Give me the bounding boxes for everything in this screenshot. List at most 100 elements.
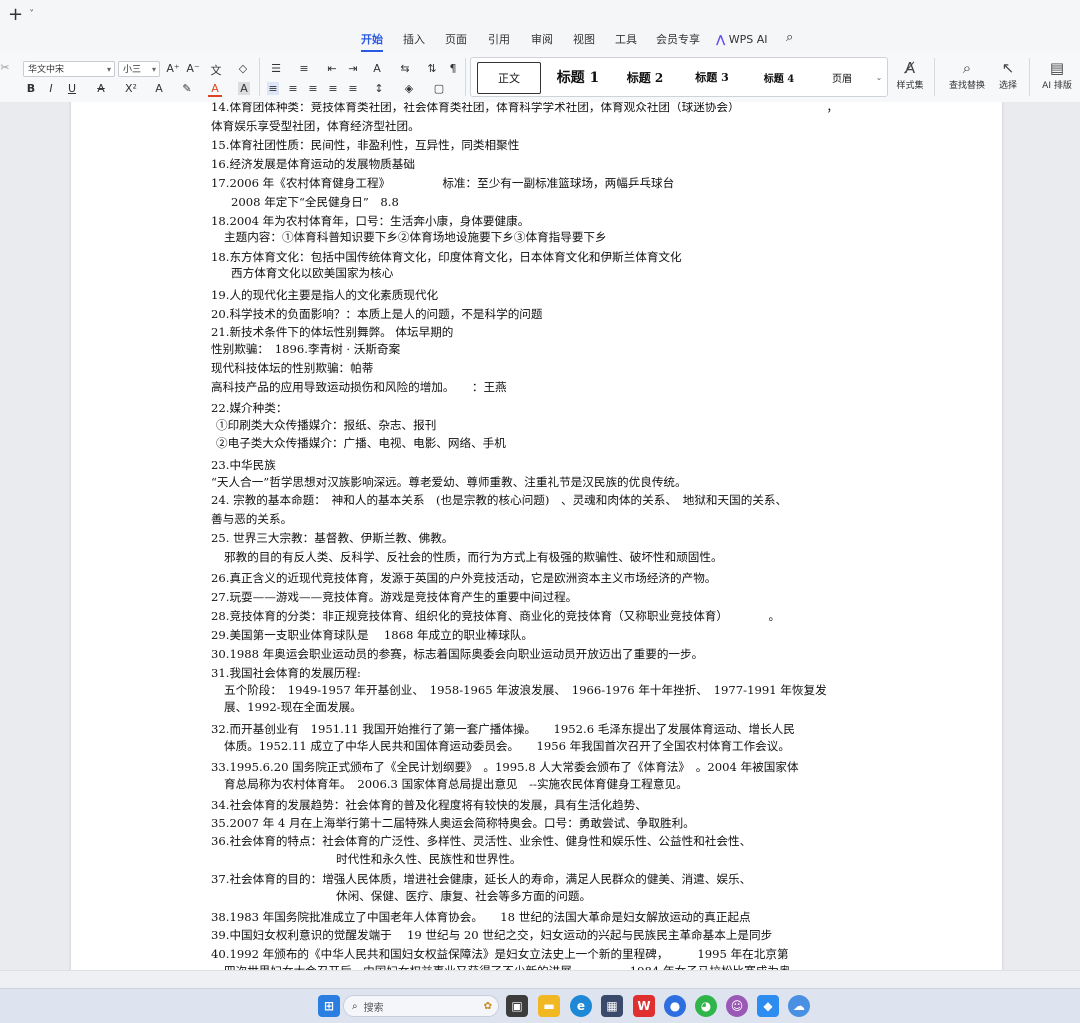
justify-button[interactable]: ≡: [327, 82, 339, 95]
indent-icon[interactable]: ⇥: [346, 62, 360, 75]
style-set-label: 样式集: [896, 81, 924, 91]
edge-browser-icon[interactable]: e: [570, 995, 592, 1017]
document-page[interactable]: 14.体育团体种类：竞技体育类社团，社会体育类社团，体育科学学术社团，体育观众社…: [71, 102, 1002, 970]
numbered-list-icon[interactable]: ≡: [296, 62, 312, 75]
document-line: 28.竞技体育的分类：非正规竞技体育、组织化的竞技体育、商业化的竞技体育（又称职…: [211, 609, 781, 623]
chevron-down-icon[interactable]: ⌄: [873, 62, 885, 92]
document-line: 26.真正含义的近现代竞技体育，发源于英国的户外竞技活动，它是欧洲资本主义市场经…: [211, 571, 717, 585]
style-heading-3[interactable]: 标题 3: [681, 62, 743, 92]
baidu-netdisk-icon[interactable]: ☁: [788, 995, 810, 1017]
app-icon[interactable]: ●: [664, 995, 686, 1017]
ai-layout-button[interactable]: ▤ AI 排版: [1036, 58, 1078, 91]
highlight-icon[interactable]: ✎: [180, 82, 194, 95]
ai-layout-icon: ▤: [1049, 59, 1065, 77]
document-line: 16.经济发展是体育运动的发展物质基础: [211, 157, 415, 171]
document-line: 23.中华民族: [211, 458, 276, 472]
char-scale-icon[interactable]: A: [369, 62, 385, 75]
style-header[interactable]: 页眉: [815, 62, 869, 92]
windows-start-icon[interactable]: ⊞: [318, 995, 340, 1017]
style-set-icon: A̸: [904, 59, 916, 77]
tab-insert[interactable]: 插入: [403, 32, 425, 50]
increase-font-icon[interactable]: A⁺: [166, 62, 180, 75]
title-bar: + ˅: [0, 0, 1080, 28]
shading-icon[interactable]: ◈: [402, 82, 416, 95]
underline-button[interactable]: U: [66, 82, 78, 95]
style-heading-1[interactable]: 标题 1: [547, 62, 609, 92]
clear-format-icon[interactable]: ◇: [236, 62, 250, 75]
select-button[interactable]: ↖ 选择: [992, 58, 1024, 91]
document-line: 38.1983 年国务院批准成立了中国老年人体育协会。 18 世纪的法国大革命是…: [211, 910, 751, 924]
document-line: 29.美国第一支职业体育球队是 1868 年成立的职业棒球队。: [211, 628, 533, 642]
tab-references[interactable]: 引用: [488, 32, 510, 50]
document-line: 体质。1952.11 成立了中华人民共和国体育运动委员会。 1956 年我国首次…: [224, 739, 790, 753]
outdent-icon[interactable]: ⇤: [325, 62, 339, 75]
font-color-icon[interactable]: A: [208, 82, 222, 97]
document-line: 休闲、保健、医疗、康复、社会等多方面的问题。: [336, 889, 592, 903]
tab-tools[interactable]: 工具: [615, 32, 637, 50]
store-icon[interactable]: ▦: [601, 995, 623, 1017]
document-line: 25. 世界三大宗教：基督教、伊斯兰教、佛教。: [211, 531, 454, 545]
tab-wps-ai[interactable]: ⋀ WPS AI: [716, 32, 768, 50]
document-line: 邪教的目的有反人类、反科学、反社会的性质，而行为方式上有极强的欺骗性、破坏性和顽…: [224, 550, 723, 564]
font-size-select[interactable]: 小三 ▾: [118, 61, 160, 77]
distributed-align-button[interactable]: ≡: [347, 82, 359, 95]
chevron-down-icon[interactable]: ˅: [29, 9, 34, 20]
new-tab-button[interactable]: + ˅: [8, 4, 34, 25]
italic-button[interactable]: I: [45, 82, 57, 95]
file-explorer-icon[interactable]: ▬: [538, 995, 560, 1017]
document-area: 14.体育团体种类：竞技体育类社团，社会体育类社团，体育科学学术社团，体育观众社…: [0, 102, 1080, 970]
text-effect-icon[interactable]: A: [152, 82, 166, 95]
document-line: 40.1992 年颁布的《中华人民共和国妇女权益保障法》是妇女立法史上一个新的里…: [211, 947, 789, 961]
bullet-list-icon[interactable]: ☰: [268, 62, 284, 75]
style-set-button[interactable]: A̸ 样式集: [893, 58, 927, 91]
ai-layout-label: AI 排版: [1042, 81, 1072, 91]
align-center-button[interactable]: ≡: [287, 82, 299, 95]
document-line: “天人合一”哲学思想对汉族影响深远。尊老爱幼、尊师重教、注重礼节是汉民族的优良传…: [211, 475, 687, 489]
document-line: 五个阶段： 1949-1957 年开基创业、 1958-1965 年波浪发展、 …: [224, 683, 827, 697]
tab-home[interactable]: 开始: [361, 32, 383, 52]
find-replace-button[interactable]: ⌕ 查找替换: [943, 58, 991, 91]
tab-view[interactable]: 视图: [573, 32, 595, 50]
scissors-icon[interactable]: ✂: [0, 61, 10, 74]
document-line: 39.中国妇女权利意识的觉醒发端于 19 世纪与 20 世纪之交，妇女运动的兴起…: [211, 928, 773, 942]
superscript-button[interactable]: X²: [122, 82, 140, 95]
phonetic-icon[interactable]: 文: [207, 62, 225, 78]
plus-icon: +: [8, 3, 24, 25]
search-icon[interactable]: ⌕: [786, 30, 793, 48]
document-line: 西方体育文化以欧美国家为核心: [231, 266, 394, 280]
style-heading-2[interactable]: 标题 2: [614, 62, 676, 92]
wechat-icon[interactable]: ◕: [695, 995, 717, 1017]
taskbar-search[interactable]: ⌕ 搜索 ✿: [343, 995, 499, 1017]
text-direction-icon[interactable]: ⇆: [397, 62, 413, 75]
document-line: 15.体育社团性质：民间性，非盈利性，互异性，同类相聚性: [211, 138, 520, 152]
task-view-icon[interactable]: ▣: [506, 995, 528, 1017]
tab-member[interactable]: 会员专享: [656, 32, 700, 50]
wps-office-icon[interactable]: W: [633, 995, 655, 1017]
document-line: 高科技产品的应用导致运动损伤和风险的增加。 ：王燕: [211, 380, 507, 394]
document-line: 31.我国社会体育的发展历程:: [211, 666, 361, 680]
chevron-down-icon: ▾: [151, 65, 156, 74]
font-name-select[interactable]: 华文中宋 ▾: [23, 61, 115, 77]
avatar-app-icon[interactable]: ☺: [726, 995, 748, 1017]
font-name-value: 华文中宋: [28, 65, 65, 75]
line-spacing-icon[interactable]: ↕: [372, 82, 386, 95]
bold-button[interactable]: B: [25, 82, 37, 95]
char-shading-icon[interactable]: A: [238, 82, 250, 95]
ribbon-toolbar: ✂ 华文中宋 ▾ 小三 ▾ A⁺ A⁻ 文 ◇ B I U A X² A ✎ A…: [0, 52, 1080, 103]
select-label: 选择: [998, 81, 1017, 91]
tab-page[interactable]: 页面: [445, 32, 467, 50]
separator: [465, 58, 466, 96]
sort-icon[interactable]: ⇅: [424, 62, 440, 75]
border-icon[interactable]: ▢: [432, 82, 446, 95]
style-heading-4[interactable]: 标题 4: [748, 62, 810, 92]
align-left-button[interactable]: ≡: [267, 82, 279, 95]
tab-review[interactable]: 审阅: [531, 32, 553, 50]
style-normal[interactable]: 正文: [477, 62, 541, 94]
show-marks-icon[interactable]: ¶: [446, 62, 460, 75]
document-line: 18.东方体育文化：包括中国传统体育文化，印度体育文化，日本体育文化和伊斯兰体育…: [211, 250, 682, 264]
app-icon-2[interactable]: ◆: [757, 995, 779, 1017]
document-line: 33.1995.6.20 国务院正式颁布了《全民计划纲要》 。1995.8 人大…: [211, 760, 799, 774]
strikethrough-button[interactable]: A: [94, 82, 108, 95]
decrease-font-icon[interactable]: A⁻: [186, 62, 200, 75]
align-right-button[interactable]: ≡: [307, 82, 319, 95]
